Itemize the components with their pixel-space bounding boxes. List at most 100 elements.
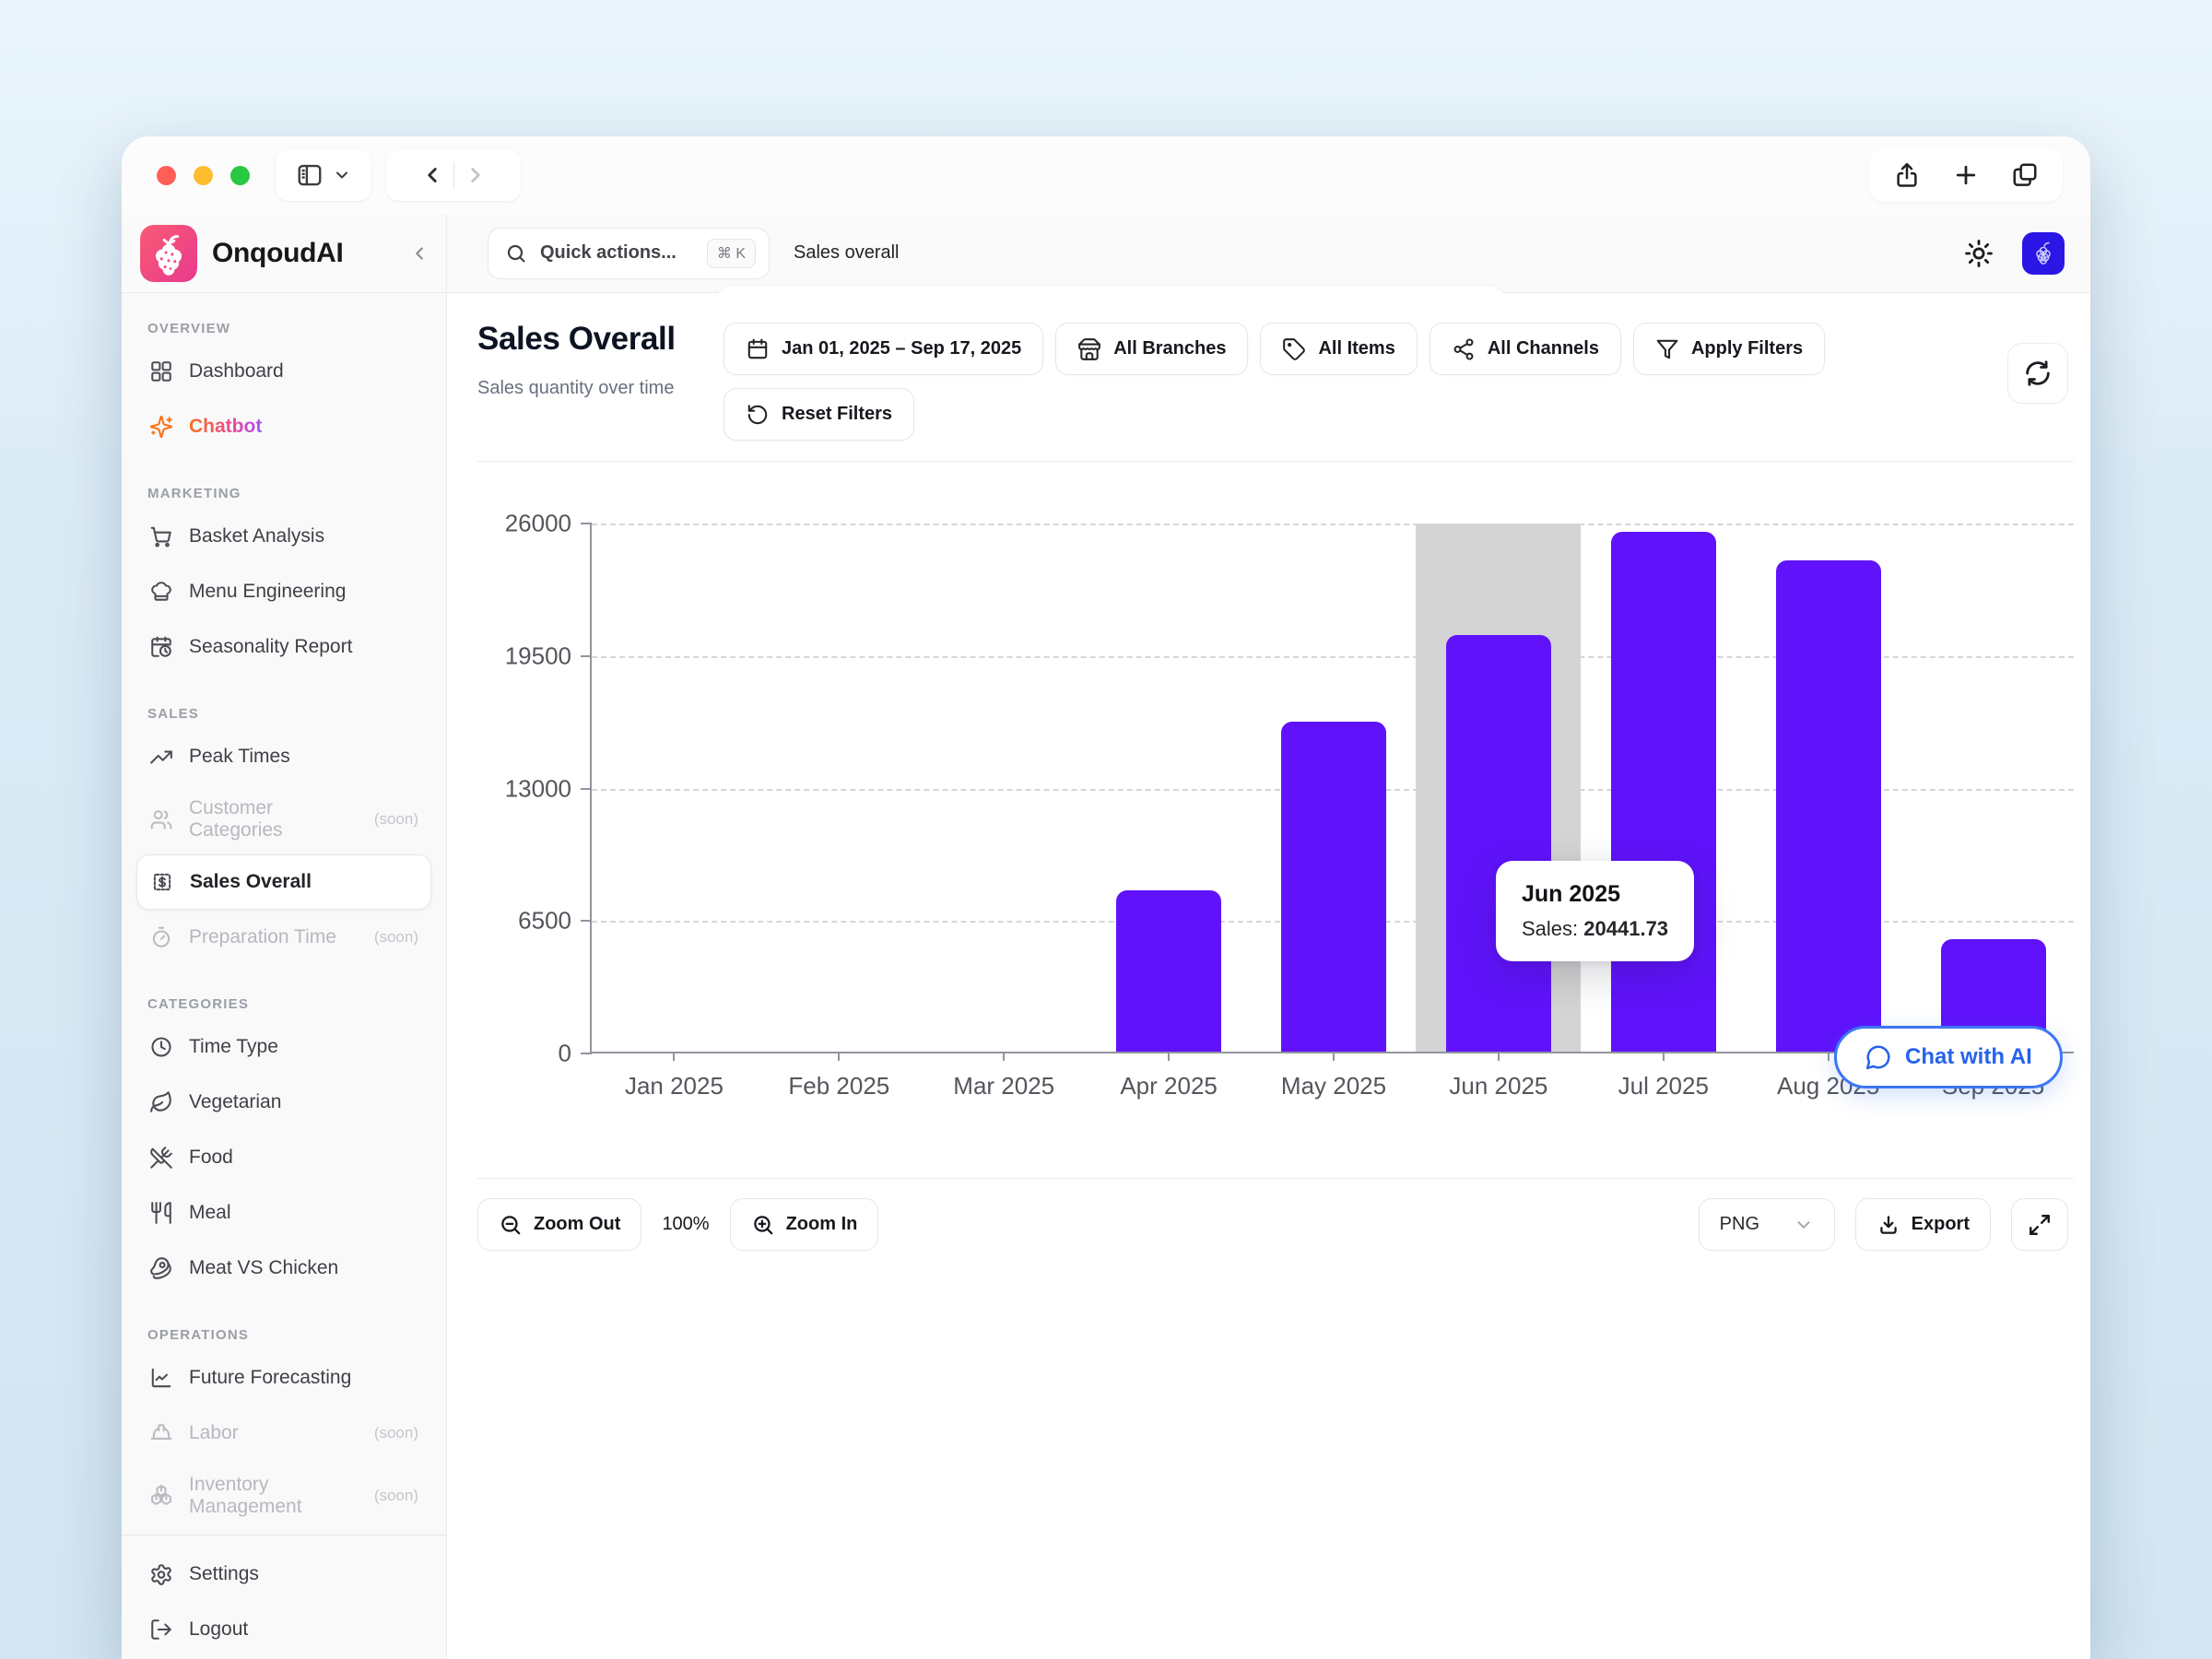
tabs-overview-icon[interactable] [2011,161,2039,189]
sidebar-item-meat-vs-chicken[interactable]: Meat VS Chicken [136,1241,431,1296]
zoom-in-button[interactable]: Zoom In [730,1198,879,1251]
bar-jul-2025[interactable] [1611,532,1716,1052]
browser-actions [1869,148,2063,202]
bar-apr-2025[interactable] [1116,890,1221,1052]
chat-with-ai-button[interactable]: Chat with AI [1834,1026,2063,1088]
sidebar-item-label: Settings [189,1563,259,1585]
sidebar-item-basket-analysis[interactable]: Basket Analysis [136,509,431,564]
download-icon [1877,1213,1900,1237]
hard-hat-icon [149,1421,173,1445]
user-avatar[interactable] [2022,232,2065,275]
x-axis-tick [673,1052,675,1061]
apply-filters-button[interactable]: Apply Filters [1633,323,1825,375]
sidebar-item-label: Customer Categories [189,797,359,841]
sidebar-item-food[interactable]: Food [136,1130,431,1185]
steak-icon [149,1256,173,1280]
x-axis-tick [838,1052,840,1061]
sidebar-item-label: Labor [189,1422,239,1444]
sidebar-item-label: Peak Times [189,746,290,768]
page-subtitle: Sales quantity over time [477,372,689,404]
sidebar-item-future-forecasting[interactable]: Future Forecasting [136,1350,431,1406]
search-shortcut-badge: ⌘ K [707,239,756,268]
sidebar-item-sales-overall[interactable]: Sales Overall [136,854,431,910]
minimize-window-button[interactable] [194,166,213,185]
sidebar-item-peak-times[interactable]: Peak Times [136,729,431,784]
y-axis-label: 6500 [518,907,571,935]
funnel-icon [1655,337,1679,361]
search-placeholder: Quick actions... [540,242,677,264]
close-window-button[interactable] [157,166,176,185]
filter-button-label: All Channels [1488,338,1599,359]
sidebar-item-label: Logout [189,1618,248,1641]
calendar-clock-icon [149,635,173,659]
sidebar-item-chatbot[interactable]: Chatbot [136,399,431,454]
export-format-select[interactable]: PNG [1699,1198,1835,1251]
x-axis-tick [1828,1052,1830,1061]
all-branches-button[interactable]: All Branches [1055,323,1248,375]
sidebar-item-logout[interactable]: Logout [136,1602,431,1657]
bar-jun-2025[interactable] [1446,635,1551,1052]
soon-badge: (soon) [374,928,418,947]
theme-toggle-sun-icon[interactable] [1963,238,1994,269]
chat-bubble-icon [1865,1043,1892,1071]
gridline-26000 [592,524,2074,525]
export-button[interactable]: Export [1855,1198,1991,1251]
sidebar-item-customer-categories: Customer Categories(soon) [136,784,431,854]
sidebar-item-label: Menu Engineering [189,581,346,603]
zoom-level: 100% [662,1214,709,1235]
sidebar-section-categories: CATEGORIES [147,996,420,1012]
y-axis-label: 19500 [505,641,571,670]
zoom-window-button[interactable] [230,166,250,185]
sidebar-item-label: Future Forecasting [189,1367,351,1389]
sidebar-item-meal[interactable]: Meal [136,1185,431,1241]
reset-filters-button[interactable]: Reset Filters [724,388,914,441]
sales-bar-chart[interactable]: 06500130001950026000Jan 2025Feb 2025Mar … [590,524,2074,1053]
sidebar-item-label: Chatbot [189,416,262,438]
y-axis-label: 13000 [505,774,571,803]
filter-button-label: Reset Filters [782,404,892,425]
sidebar-item-label: Vegetarian [189,1091,281,1113]
onqoud-logo [140,225,197,282]
app-header: OnqoudAI Quick actions... ⌘ K Sales over… [122,214,2090,293]
sidebar-collapse-icon[interactable] [409,243,429,264]
sidebar: OVERVIEWDashboardChatbotMARKETINGBasket … [122,293,447,1659]
all-channels-button[interactable]: All Channels [1430,323,1621,375]
sidebar-item-dashboard[interactable]: Dashboard [136,344,431,399]
sidebar-item-settings[interactable]: Settings [136,1547,431,1602]
sparkles-icon [149,415,173,439]
refresh-icon [2023,359,2053,388]
sidebar-item-vegetarian[interactable]: Vegetarian [136,1075,431,1130]
desktop: app.onqoud.com A 文 [0,0,2212,1659]
sidebar-item-label: Inventory Management [189,1474,359,1518]
x-axis-label: Mar 2025 [953,1072,1054,1100]
quick-actions-search[interactable]: Quick actions... ⌘ K [488,228,770,279]
y-axis-label: 0 [559,1040,571,1068]
store-icon [1077,337,1101,361]
all-items-button[interactable]: All Items [1260,323,1417,375]
sidebar-section-operations: OPERATIONS [147,1327,420,1343]
sidebar-item-seasonality-report[interactable]: Seasonality Report [136,619,431,675]
jan-01-2025-sep-17-2025-button[interactable]: Jan 01, 2025 – Sep 17, 2025 [724,323,1043,375]
sidebar-item-label: Food [189,1147,233,1169]
x-axis-label: Apr 2025 [1120,1072,1218,1100]
bar-may-2025[interactable] [1281,722,1386,1052]
forward-button[interactable] [464,163,488,187]
zoom-in-icon [751,1213,775,1237]
fullscreen-button[interactable] [2011,1198,2068,1251]
zoom-out-button[interactable]: Zoom Out [477,1198,641,1251]
x-axis-label: May 2025 [1281,1072,1386,1100]
refresh-button[interactable] [2007,343,2068,404]
users-icon [149,807,173,831]
share-icon[interactable] [1893,161,1921,189]
back-button[interactable] [420,163,444,187]
dashboard-icon [149,359,173,383]
new-tab-icon[interactable] [1952,161,1980,189]
sidebar-item-time-type[interactable]: Time Type [136,1019,431,1075]
sidebar-item-label: Basket Analysis [189,525,324,547]
browser-sidebar-toggle-button[interactable] [276,149,371,201]
share-nodes-icon [1452,337,1476,361]
sidebar-item-label: Preparation Time [189,926,336,948]
sidebar-item-label: Dashboard [189,360,284,382]
bar-aug-2025[interactable] [1776,560,1881,1052]
sidebar-item-menu-engineering[interactable]: Menu Engineering [136,564,431,619]
